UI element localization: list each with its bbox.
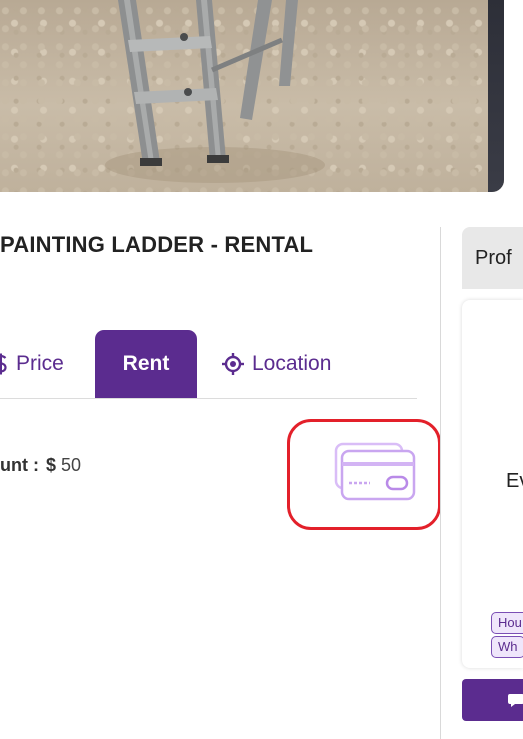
tab-bar: Price Rent Location: [0, 330, 417, 400]
credit-cards-icon: [334, 442, 416, 501]
column-divider: [440, 227, 441, 739]
profile-header: Prof: [462, 227, 523, 289]
rent-amount: unt : $ 50: [0, 455, 81, 476]
ladder-image: [105, 0, 325, 183]
amount-label: unt :: [0, 455, 39, 475]
tab-price-label: Price: [16, 352, 64, 375]
currency-symbol: $: [46, 455, 57, 475]
listing-title: PAINTING LADDER - RENTAL: [0, 232, 314, 257]
amount-value: 50: [61, 455, 82, 475]
profile-tag: Hou: [491, 612, 523, 634]
dollar-icon: [0, 353, 8, 375]
profile-tag: Wh: [491, 636, 523, 658]
floor-rug: [488, 0, 504, 192]
tab-underline: [0, 398, 417, 399]
chat-icon: [508, 694, 523, 707]
crosshair-icon: [222, 353, 244, 375]
tab-price[interactable]: Price: [0, 330, 64, 398]
tab-rent[interactable]: Rent: [95, 330, 197, 398]
tab-location-label: Location: [252, 352, 332, 375]
chat-button[interactable]: [462, 679, 523, 721]
tab-location[interactable]: Location: [222, 330, 331, 398]
payment-highlight[interactable]: [287, 419, 441, 530]
tab-rent-label: Rent: [122, 352, 170, 375]
profile-name: Ev: [506, 470, 523, 492]
profile-header-label: Prof: [475, 246, 512, 269]
product-photo[interactable]: [0, 0, 504, 192]
